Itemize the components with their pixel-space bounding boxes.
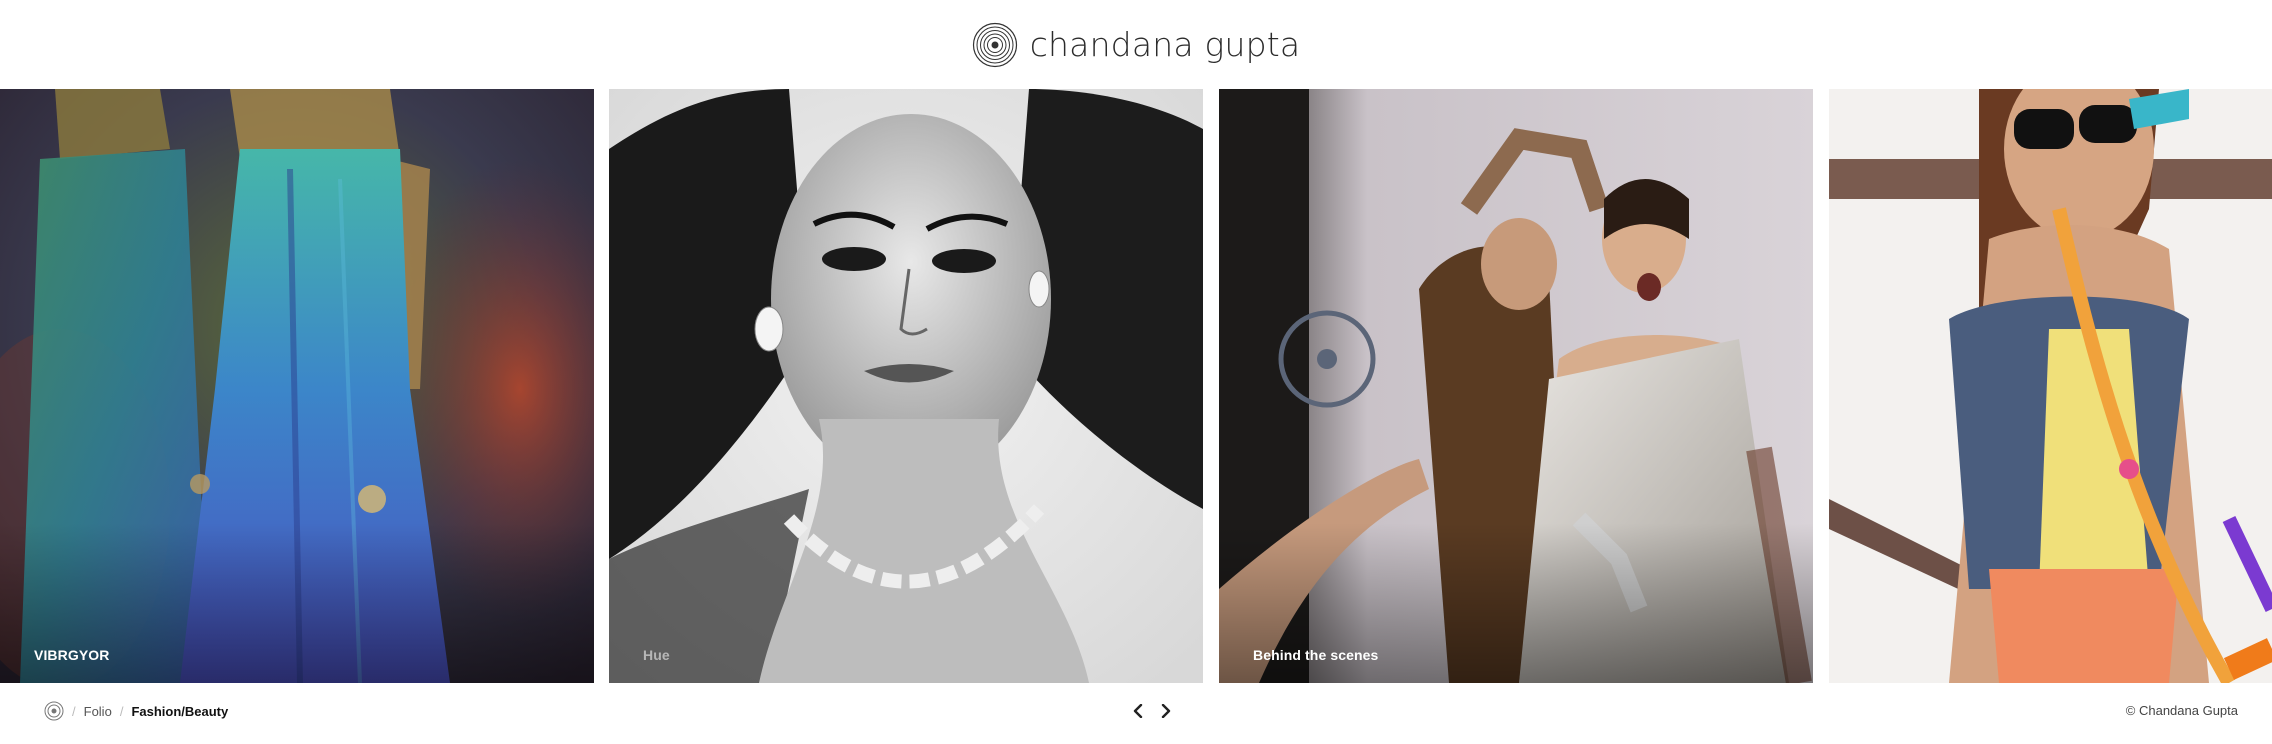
chevron-right-icon xyxy=(1161,704,1171,718)
tile-caption: Hue xyxy=(643,647,670,663)
previous-button[interactable] xyxy=(1128,701,1148,721)
breadcrumb-separator: / xyxy=(72,703,76,719)
site-header: chandana gupta xyxy=(0,0,2272,89)
chevron-left-icon xyxy=(1133,704,1143,718)
tile-caption: VIBRGYOR xyxy=(34,647,110,663)
brand-name: chandana gupta xyxy=(1029,25,1301,64)
gallery-tile-sunglasses[interactable] xyxy=(1829,89,2272,683)
gallery-tile-behind-the-scenes[interactable]: Behind the scenes xyxy=(1219,89,1813,683)
gallery-pager xyxy=(1128,701,1176,721)
gallery-tile-vibrgyor[interactable]: VIBRGYOR xyxy=(0,89,594,683)
copyright-text: © Chandana Gupta xyxy=(2125,703,2238,718)
breadcrumb: / Folio / Fashion/Beauty xyxy=(44,701,228,721)
concentric-circle-logo-icon xyxy=(972,22,1017,67)
breadcrumb-folio-link[interactable]: Folio xyxy=(84,704,112,719)
home-logo-icon[interactable] xyxy=(44,701,64,721)
breadcrumb-separator: / xyxy=(119,703,124,719)
sunglasses-photo xyxy=(1829,89,2272,683)
breadcrumb-current: Fashion/Beauty xyxy=(131,703,229,719)
site-footer: / Folio / Fashion/Beauty © Chandana Gupt… xyxy=(0,683,2272,744)
tile-caption: Behind the scenes xyxy=(1253,647,1379,663)
gallery-strip: VIBRGYOR Hue Behind the scenes xyxy=(0,89,2272,683)
hue-photo xyxy=(609,89,1203,683)
gallery-tile-hue[interactable]: Hue xyxy=(609,89,1203,683)
brand-home-link[interactable]: chandana gupta xyxy=(972,22,1301,68)
next-button[interactable] xyxy=(1156,701,1176,721)
